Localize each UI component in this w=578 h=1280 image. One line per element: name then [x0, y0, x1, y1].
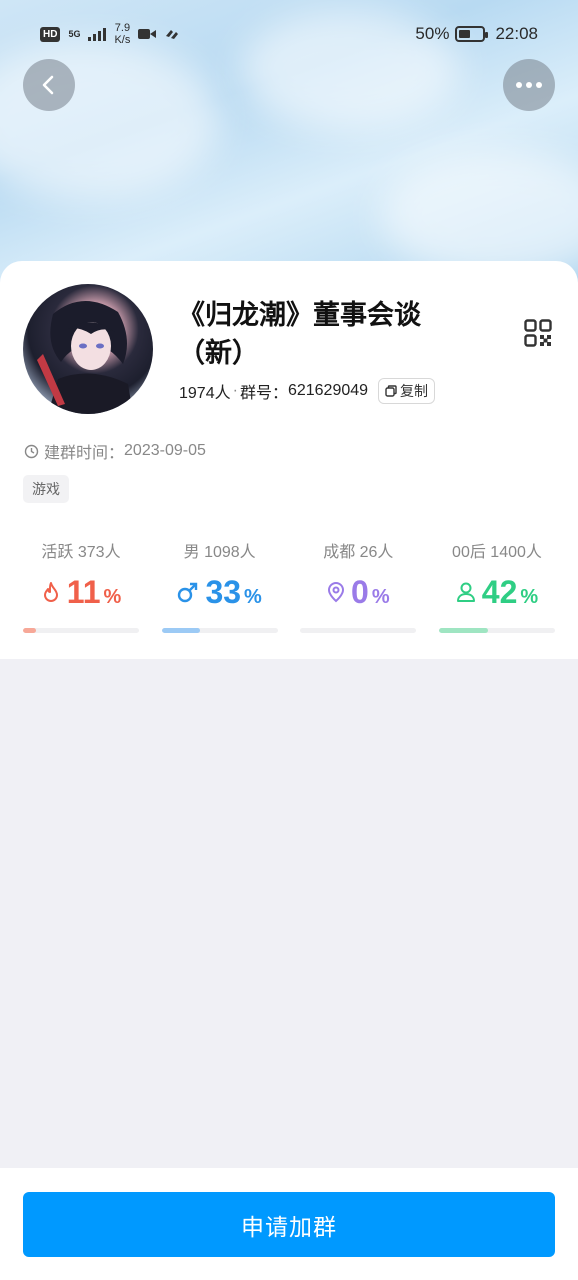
group-name: 《归龙潮》董事会谈（新）	[178, 300, 421, 368]
copy-button[interactable]: 复制	[378, 378, 436, 404]
status-bar: HD 5G 7.9 K/s 50% 22:08	[0, 0, 578, 70]
more-dots-icon	[516, 82, 542, 88]
signal-icon	[88, 27, 107, 41]
stat-value: 0 %	[327, 574, 390, 610]
stat-label: 男 1098人	[183, 544, 256, 561]
stat-column[interactable]: 男 1098人 33 %	[161, 538, 278, 633]
stat-column[interactable]: 活跃 373人 11 %	[23, 538, 139, 633]
network-speed: 7.9 K/s	[114, 22, 130, 46]
stat-progress-fill	[161, 628, 200, 633]
flame-icon	[41, 581, 61, 603]
stats-row: 活跃 373人 11 % 男 1098人 33 % 成都 26人 0 % 00后…	[23, 538, 555, 633]
stat-column[interactable]: 00后 1400人 42 %	[438, 538, 555, 633]
battery-percent: 50%	[415, 24, 450, 43]
stat-progress-fill	[438, 628, 488, 633]
speed-value: 7.9	[114, 22, 131, 34]
group-id-value: 621629049	[287, 382, 369, 399]
stat-percent-sign: %	[103, 586, 122, 608]
network-type: 5G	[68, 28, 81, 39]
group-avatar[interactable]	[23, 284, 153, 414]
hd-indicator: HD	[40, 26, 61, 42]
stat-value: 42 %	[456, 574, 538, 610]
creation-date: 建群时间： 2023-09-05	[24, 439, 206, 463]
copy-icon	[385, 385, 397, 397]
person-icon	[456, 581, 476, 603]
stat-progress-fill	[23, 628, 36, 633]
clock: 22:08	[495, 24, 538, 43]
stat-number: 33	[205, 574, 242, 610]
member-count: 1974人	[179, 385, 231, 402]
category-tag[interactable]: 游戏	[23, 475, 69, 503]
meta-separator: ·	[232, 382, 238, 399]
stat-progress-track	[161, 628, 278, 633]
stat-column[interactable]: 成都 26人 0 %	[300, 538, 417, 633]
stat-label: 成都 26人	[323, 544, 394, 561]
created-label: 建群时间：	[44, 445, 125, 462]
stat-value: 11 %	[41, 574, 122, 610]
chevron-left-icon	[42, 75, 54, 95]
more-button[interactable]	[503, 59, 555, 111]
battery-icon	[455, 26, 489, 42]
group-meta: 1974人 · 群号： 621629049 复制	[179, 378, 436, 404]
clock-icon	[24, 444, 39, 458]
app-notification-icon	[166, 30, 179, 39]
stat-progress-track	[300, 628, 417, 633]
stat-percent-sign: %	[244, 586, 262, 608]
stat-number: 11	[66, 574, 101, 610]
stat-number: 42	[481, 574, 518, 610]
stat-number: 0	[351, 574, 369, 610]
speed-unit: K/s	[114, 34, 131, 46]
stat-percent-sign: %	[371, 586, 390, 608]
stat-progress-track	[438, 628, 555, 633]
stat-value: 33 %	[177, 574, 262, 610]
back-button[interactable]	[23, 59, 75, 111]
video-camera-icon	[138, 29, 157, 39]
avatar-illustration	[37, 300, 133, 414]
copy-label: 复制	[400, 383, 429, 399]
male-icon	[177, 581, 199, 603]
location-pin-icon	[327, 581, 345, 603]
qr-code-icon[interactable]	[524, 319, 552, 347]
stat-progress-track	[23, 628, 139, 633]
group-id-label: 群号：	[239, 385, 288, 402]
stat-label: 00后 1400人	[452, 544, 542, 561]
join-group-button[interactable]: 申请加群	[23, 1192, 555, 1257]
created-value: 2023-09-05	[124, 442, 206, 459]
stat-percent-sign: %	[520, 586, 539, 608]
stat-label: 活跃 373人	[41, 544, 121, 561]
